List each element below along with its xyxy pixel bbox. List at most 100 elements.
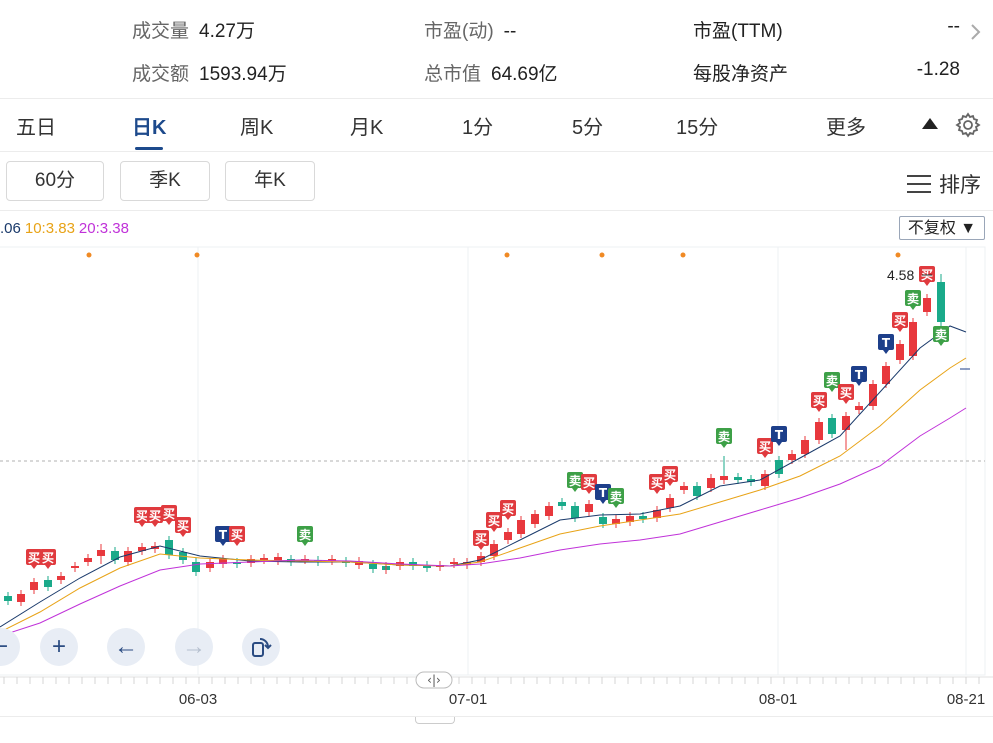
svg-text:卖: 卖 — [907, 291, 919, 306]
sell-marker: 卖 — [608, 488, 624, 508]
candle — [192, 558, 200, 576]
event-dot — [599, 252, 605, 258]
pan-right-button[interactable]: → — [175, 628, 213, 666]
stat-turnover: 成交额 1593.94万 — [132, 59, 287, 86]
buy-marker: 买 — [175, 517, 191, 537]
stat-pe-ttm-value: -- — [947, 16, 960, 37]
x-tick-label: 08-21 — [947, 691, 985, 708]
buy-marker: 买 — [811, 392, 827, 412]
tab-weekly-k[interactable]: 周K — [240, 111, 273, 140]
svg-text:买: 买 — [583, 476, 595, 490]
buy-marker: 买 — [161, 505, 177, 525]
candle — [937, 278, 945, 326]
stat-pe-dynamic: 市盈(动) -- — [424, 16, 516, 43]
chart-grid — [0, 246, 986, 676]
buy-marker: 买 — [229, 526, 245, 546]
sell-marker: 卖 — [824, 372, 840, 392]
svg-text:买: 买 — [475, 532, 487, 546]
candle — [571, 502, 579, 522]
stat-market-cap-value: 64.69亿 — [491, 64, 558, 85]
svg-text:买: 买 — [231, 528, 243, 542]
sell-marker: 卖 — [905, 290, 921, 310]
ma-legend: .06 10:3.83 20:3.38 — [0, 220, 129, 237]
candle — [301, 555, 309, 564]
buy-marker: 买 — [40, 549, 56, 569]
zoom-in-button[interactable]: + — [40, 628, 78, 666]
pan-left-button[interactable]: ← — [107, 628, 145, 666]
svg-text:买: 买 — [651, 476, 663, 490]
rotate-button[interactable] — [242, 628, 280, 666]
tab-daily-k[interactable]: 日K — [132, 111, 166, 140]
tab-monthly-k[interactable]: 月K — [350, 111, 383, 140]
t-marker: T — [771, 426, 787, 446]
scroll-thumb[interactable] — [415, 717, 455, 724]
x-axis: 06-03 07-01 08-01 08-21 ‹|› — [0, 671, 993, 708]
event-dot — [504, 252, 510, 258]
gear-icon[interactable] — [954, 111, 982, 139]
candle — [17, 590, 25, 606]
candle — [450, 558, 458, 568]
sell-marker: 卖 — [716, 428, 732, 448]
stat-volume-value: 4.27万 — [199, 21, 255, 42]
tab-5min[interactable]: 5分 — [572, 111, 603, 140]
tab-year-k[interactable]: 年K — [225, 161, 315, 201]
svg-text:卖: 卖 — [299, 527, 311, 542]
tab-60min[interactable]: 60分 — [6, 161, 104, 201]
candle — [828, 414, 836, 438]
stat-pe-dynamic-value: -- — [503, 21, 517, 42]
candle — [423, 561, 431, 572]
drag-handle-icon: ‹|› — [415, 671, 453, 689]
candle — [44, 576, 52, 591]
candle — [219, 555, 227, 568]
buy-marker: 买 — [26, 549, 42, 569]
tab-5day[interactable]: 五日 — [16, 111, 56, 140]
event-dot — [680, 252, 686, 258]
bottom-scroll-area — [0, 716, 993, 743]
period-tabs: 五日 日K 周K 月K 1分 5分 15分 更多 — [0, 99, 993, 152]
candle — [775, 456, 783, 478]
buy-marker: 买 — [147, 507, 163, 527]
candle — [4, 592, 12, 605]
x-tick-label: 06-03 — [179, 691, 217, 708]
svg-text:T: T — [219, 528, 228, 542]
stat-volume-label: 成交量 — [132, 21, 190, 42]
candle — [274, 553, 282, 565]
collapse-up-icon[interactable] — [922, 118, 938, 129]
candle — [328, 555, 336, 565]
candle — [909, 318, 917, 360]
kline-chart[interactable]: 买买买买买买T 买卖买买买卖 买T 卖买买卖买T买卖买TT买卖买卖4.58 06-03… — [0, 244, 993, 716]
candle — [666, 494, 674, 512]
event-dot — [895, 252, 901, 258]
tab-more[interactable]: 更多 — [826, 111, 866, 140]
svg-text:买: 买 — [759, 440, 771, 454]
candle — [545, 502, 553, 520]
high-price-label: 4.58 — [887, 267, 914, 283]
svg-text:买: 买 — [488, 514, 500, 528]
tab-1min[interactable]: 1分 — [462, 111, 493, 140]
stat-nav-label: 每股净资产 — [693, 64, 789, 85]
candle — [206, 558, 214, 572]
chevron-right-icon[interactable] — [966, 20, 986, 44]
buy-marker: 买 — [473, 530, 489, 550]
svg-text:买: 买 — [163, 507, 175, 521]
candle — [653, 506, 661, 522]
svg-text:买: 买 — [813, 394, 825, 408]
svg-text:买: 买 — [840, 386, 852, 400]
ma10-value: 10:3.83 — [24, 220, 75, 237]
svg-text:T: T — [775, 428, 784, 442]
t-marker: T — [878, 334, 894, 354]
tab-15min[interactable]: 15分 — [676, 111, 718, 140]
event-dot — [194, 252, 200, 258]
svg-text:T: T — [855, 368, 864, 382]
tab-quarter-k[interactable]: 季K — [120, 161, 210, 201]
candle — [585, 500, 593, 516]
candles — [4, 274, 945, 606]
fuquan-select[interactable]: 不复权 ▼ — [899, 216, 985, 240]
candle — [260, 554, 268, 564]
buy-marker: 买 — [919, 266, 935, 286]
sort-button[interactable]: 排序 — [907, 169, 981, 199]
stat-volume: 成交量 4.27万 — [132, 16, 255, 43]
svg-text:买: 买 — [664, 468, 676, 482]
stat-nav-value: -1.28 — [916, 59, 960, 80]
svg-text:买: 买 — [894, 314, 906, 328]
